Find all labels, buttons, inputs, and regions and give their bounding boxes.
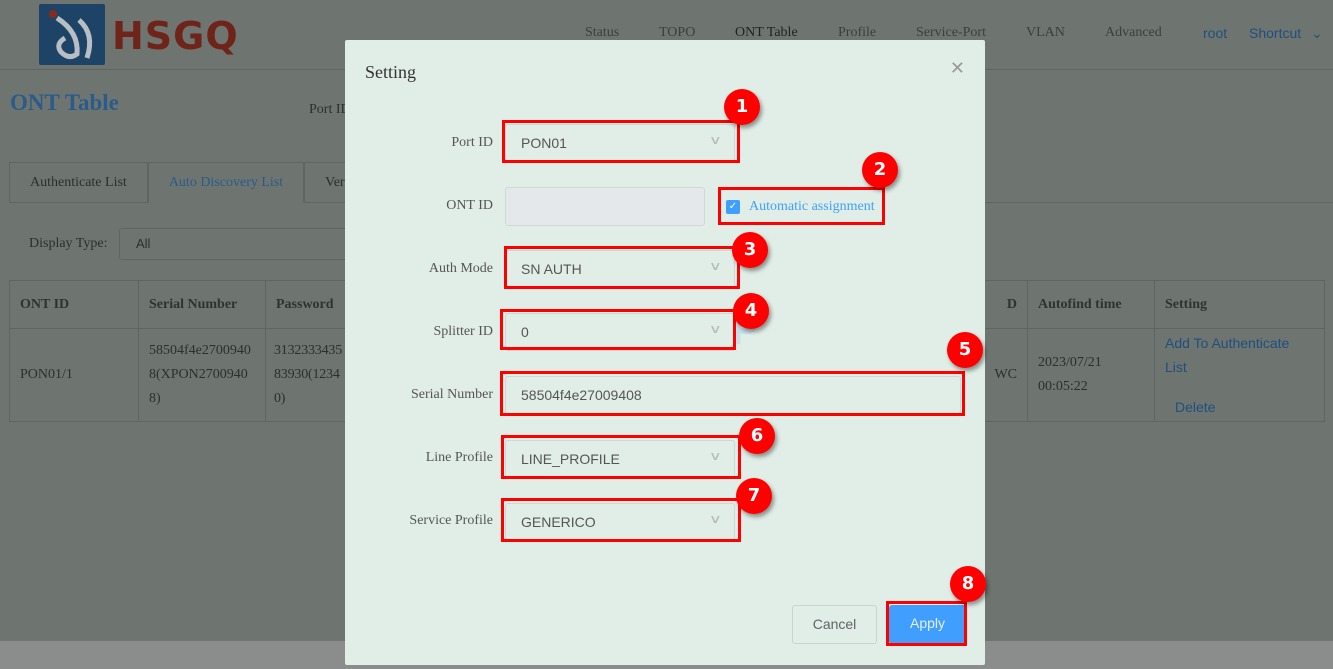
hsgq-logo — [39, 4, 105, 65]
highlight-box-7 — [501, 498, 741, 542]
annotation-badge-2: 2 — [862, 152, 898, 188]
setting-dialog: Setting ✕ ForoISP Port ID PON01∨ ONT ID … — [345, 40, 986, 665]
nav-status[interactable]: Status — [585, 25, 619, 41]
logo-text: HSGQ — [112, 14, 239, 58]
annotation-badge-7: 7 — [736, 478, 772, 514]
nav-advanced[interactable]: Advanced — [1105, 25, 1162, 41]
auth-mode-label: Auth Mode — [428, 261, 493, 276]
nav-topo[interactable]: TOPO — [659, 25, 695, 41]
annotation-badge-4: 4 — [733, 293, 769, 329]
display-type-label: Display Type: — [29, 236, 108, 251]
highlight-box-6 — [501, 435, 741, 479]
highlight-box-8 — [886, 601, 967, 646]
page-title: ONT Table — [10, 90, 119, 115]
tab-auto-discovery-list[interactable]: Auto Discovery List — [147, 162, 305, 203]
close-icon[interactable]: ✕ — [950, 58, 965, 79]
nav-vlan[interactable]: VLAN — [1026, 25, 1065, 41]
display-type-select[interactable]: All — [119, 228, 359, 260]
cell-ont-id: PON01/1 — [9, 328, 139, 422]
shortcut-menu[interactable]: Shortcut ⌄ — [1249, 25, 1323, 42]
password-value: 3132333435 83930(1234 0) — [274, 343, 343, 406]
shortcut-label: Shortcut — [1249, 25, 1302, 41]
col-setting: Setting — [1154, 280, 1325, 329]
highlight-box-3 — [504, 246, 740, 289]
line-profile-label: Line Profile — [425, 450, 493, 465]
annotation-badge-5: 5 — [947, 332, 983, 368]
highlight-box-2 — [718, 187, 885, 225]
cancel-button[interactable]: Cancel — [792, 605, 877, 644]
col-ont-id: ONT ID — [9, 280, 139, 329]
ont-id-label: ONT ID — [446, 198, 493, 213]
highlight-box-5 — [500, 371, 965, 416]
annotation-badge-3: 3 — [732, 232, 768, 268]
serial-number-label: Serial Number — [410, 387, 493, 402]
annotation-badge-8: 8 — [950, 566, 986, 602]
col-autofind-time: Autofind time — [1027, 280, 1155, 329]
nav-ont-table[interactable]: ONT Table — [735, 25, 798, 41]
chevron-down-icon: ⌄ — [1311, 25, 1323, 41]
col-serial-number: Serial Number — [138, 280, 266, 329]
ont-id-input[interactable] — [505, 187, 705, 226]
annotation-badge-1: 1 — [724, 89, 760, 125]
tab-authenticate-list[interactable]: Authenticate List — [9, 162, 148, 203]
service-profile-label: Service Profile — [409, 513, 493, 528]
user-menu[interactable]: root — [1203, 25, 1227, 41]
cell-serial: 58504f4e27009408(XPON27009408) — [138, 328, 266, 422]
splitter-id-label: Splitter ID — [433, 324, 494, 339]
nav-service-port[interactable]: Service-Port — [916, 25, 986, 41]
delete-link[interactable]: Delete — [1175, 395, 1314, 419]
nav-profile[interactable]: Profile — [838, 25, 876, 41]
highlight-box-1 — [502, 120, 740, 163]
port-id-label: Port ID — [451, 135, 493, 150]
highlight-box-4 — [500, 309, 736, 350]
add-to-authenticate-list-link[interactable]: Add To Authenticate List — [1165, 331, 1314, 379]
cell-setting: Add To Authenticate List Delete — [1154, 328, 1325, 422]
dialog-title: Setting — [365, 62, 417, 82]
annotation-badge-6: 6 — [739, 418, 775, 454]
cell-autofind: 2023/07/21 00:05:22 — [1027, 328, 1155, 422]
